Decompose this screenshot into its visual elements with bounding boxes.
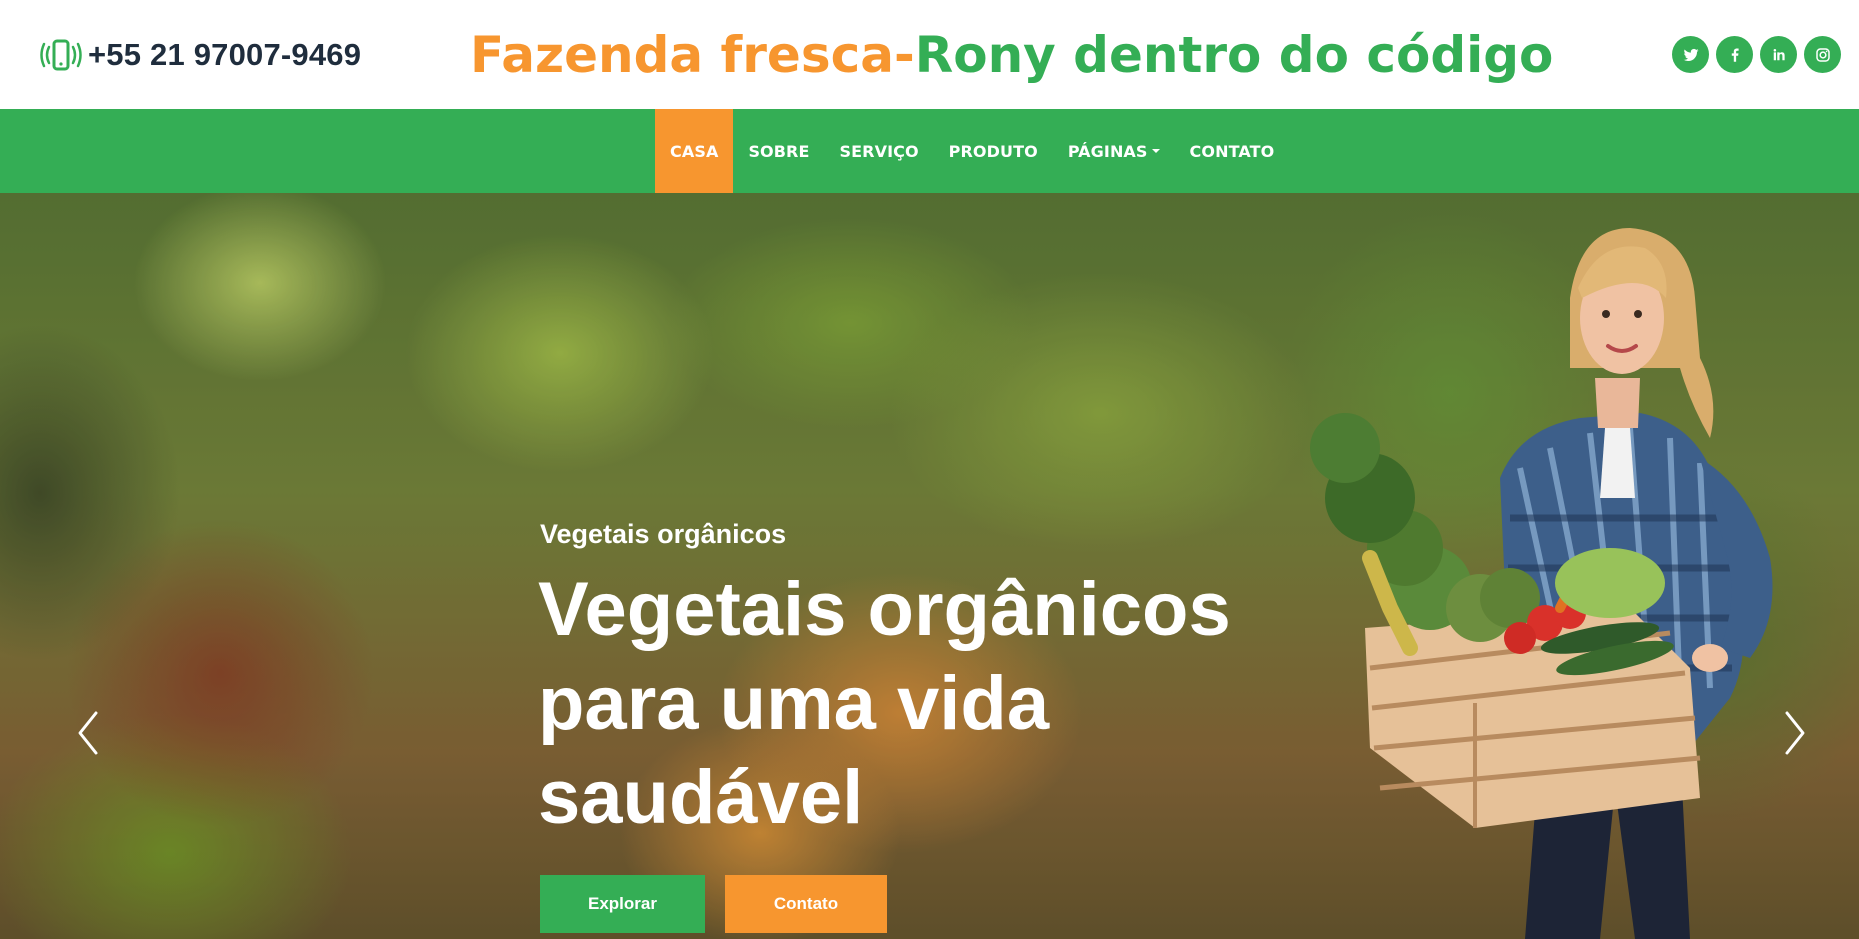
linkedin-link[interactable]	[1760, 36, 1797, 73]
hero-kicker: Vegetais orgânicos	[540, 519, 787, 549]
social-links	[1672, 36, 1841, 73]
instagram-icon	[1815, 47, 1830, 62]
nav-item-label: SERVIÇO	[839, 141, 919, 161]
explore-button-label: Explorar	[588, 894, 657, 913]
site-brand[interactable]: Fazenda fresca-Rony dentro do código	[470, 24, 1553, 86]
nav-item-label: SOBRE	[748, 141, 810, 161]
nav-item-casa[interactable]: CASA	[655, 109, 734, 193]
hero-title: Vegetais orgânicos para uma vida saudáve…	[538, 567, 1231, 840]
twitter-icon	[1683, 48, 1698, 61]
brand-part-1: Fazenda fresca-	[470, 26, 915, 84]
main-nav: CASA SOBRE SERVIÇO PRODUTO PÁGINAS CONTA…	[655, 109, 1289, 193]
phone-contact[interactable]: +55 21 97007-9469	[40, 35, 361, 75]
brand-part-2: Rony dentro do código	[914, 26, 1554, 84]
linkedin-icon	[1773, 48, 1785, 60]
main-navbar: CASA SOBRE SERVIÇO PRODUTO PÁGINAS CONTA…	[0, 109, 1859, 193]
facebook-icon	[1731, 47, 1739, 62]
instagram-link[interactable]	[1804, 36, 1841, 73]
facebook-link[interactable]	[1716, 36, 1753, 73]
hero-carousel: Vegetais orgânicos Vegetais orgânicos pa…	[0, 193, 1859, 939]
nav-item-produto[interactable]: PRODUTO	[934, 109, 1053, 193]
farmer-with-vegetable-crate-image	[1310, 228, 1773, 939]
phone-number: +55 21 97007-9469	[88, 37, 362, 72]
nav-item-paginas-dropdown[interactable]: PÁGINAS	[1053, 109, 1175, 193]
nav-item-label: PÁGINAS	[1067, 141, 1148, 161]
nav-item-sobre[interactable]: SOBRE	[733, 109, 824, 193]
carousel-next-arrow-icon[interactable]	[1775, 703, 1815, 763]
nav-item-label: PRODUTO	[948, 141, 1038, 161]
carousel-prev-arrow-icon[interactable]	[68, 703, 108, 763]
contact-button[interactable]: Contato	[725, 875, 887, 933]
twitter-link[interactable]	[1672, 36, 1709, 73]
phone-vibrate-icon	[40, 39, 82, 71]
nav-item-contato[interactable]: CONTATO	[1175, 109, 1290, 193]
nav-item-label: CASA	[670, 141, 719, 161]
nav-item-servico[interactable]: SERVIÇO	[825, 109, 934, 193]
top-bar: +55 21 97007-9469 Fazenda fresca-Rony de…	[0, 0, 1859, 109]
nav-item-label: CONTATO	[1189, 141, 1275, 161]
caret-down-icon	[1151, 149, 1160, 153]
explore-button[interactable]: Explorar	[540, 875, 705, 933]
contact-button-label: Contato	[773, 894, 839, 913]
